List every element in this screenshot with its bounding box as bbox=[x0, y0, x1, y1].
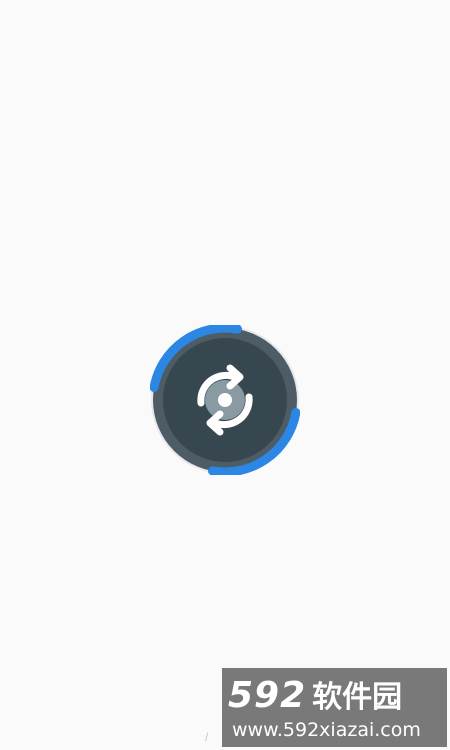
watermark-number: 592 bbox=[228, 675, 307, 716]
app-logo bbox=[150, 325, 300, 475]
watermark-banner: 592 软件园 www.592xiazai.com bbox=[222, 668, 447, 747]
splash-screen: / 592 软件园 www.592xiazai.com bbox=[0, 0, 450, 750]
sync-rotate-icon bbox=[150, 325, 300, 475]
watermark-url: www.592xiazai.com bbox=[232, 719, 421, 741]
faint-mark: / bbox=[205, 730, 209, 744]
watermark-brand: 592 软件园 bbox=[228, 674, 439, 718]
watermark-chinese-text: 软件园 bbox=[312, 680, 403, 715]
